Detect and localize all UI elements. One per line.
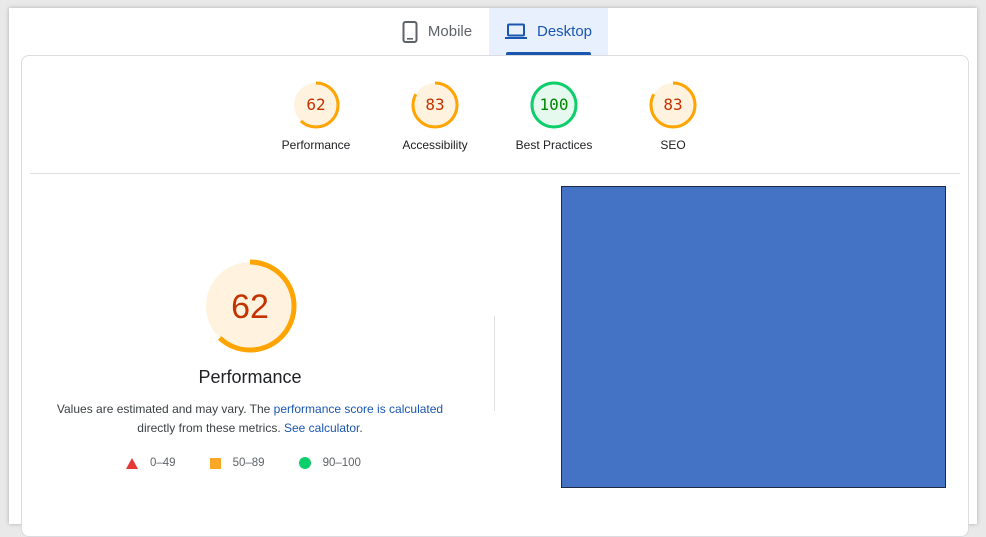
score-calculation-link[interactable]: performance score is calculated	[274, 402, 443, 416]
performance-title: Performance	[198, 367, 302, 387]
phone-icon	[402, 20, 418, 43]
main-score: 62	[231, 288, 269, 326]
category-label: Accessibility	[402, 138, 468, 152]
legend-range: 90–100	[322, 457, 361, 469]
category-label: SEO	[660, 138, 686, 152]
page-screenshot	[561, 186, 946, 488]
gauge-score: 100	[540, 95, 569, 114]
header-divider	[30, 173, 960, 174]
score-legend: 0–49 50–89 90–100	[126, 457, 361, 469]
category-accessibility[interactable]: 83 Accessibility	[375, 80, 495, 152]
circle-icon	[298, 457, 311, 469]
tab-mobile-label: Mobile	[427, 23, 473, 40]
category-best-practices[interactable]: 100 Best Practices	[494, 80, 614, 152]
laptop-icon	[504, 23, 527, 39]
legend-range: 0–49	[150, 457, 176, 469]
category-label: Best Practices	[515, 138, 593, 152]
main-performance-gauge: 62	[203, 259, 297, 353]
section-divider	[494, 316, 495, 411]
see-calculator-link[interactable]: See calculator	[284, 421, 359, 435]
best-practices-gauge: 100	[530, 81, 578, 129]
report-card: 62 Performance 83 Accessibility 100 Best…	[21, 55, 969, 537]
triangle-icon	[126, 457, 138, 469]
description-text: .	[359, 421, 363, 435]
tab-desktop-label: Desktop	[536, 23, 593, 40]
category-seo[interactable]: 83 SEO	[613, 80, 733, 152]
description-text: Values are estimated and may vary. The	[56, 402, 274, 416]
tab-desktop[interactable]: Desktop	[489, 8, 608, 55]
tab-mobile[interactable]: Mobile	[387, 8, 487, 55]
category-performance[interactable]: 62 Performance	[256, 80, 376, 152]
gauge-score: 62	[306, 95, 325, 114]
performance-description: Values are estimated and may vary. The p…	[50, 400, 450, 438]
gauge-score: 83	[663, 95, 682, 114]
lighthouse-report-window: Mobile Desktop 62 Performance 83 Accessi…	[9, 8, 977, 537]
seo-gauge: 83	[649, 81, 697, 129]
performance-gauge: 62	[292, 81, 340, 129]
legend-range: 50–89	[232, 457, 265, 469]
legend-item-pass: 90–100	[298, 457, 361, 469]
legend-item-average: 50–89	[209, 457, 265, 469]
gauge-score: 83	[425, 95, 444, 114]
accessibility-gauge: 83	[411, 81, 459, 129]
description-text: directly from these metrics.	[137, 421, 284, 435]
square-icon	[209, 457, 221, 469]
category-label: Performance	[281, 138, 351, 152]
legend-item-fail: 0–49	[126, 457, 176, 469]
